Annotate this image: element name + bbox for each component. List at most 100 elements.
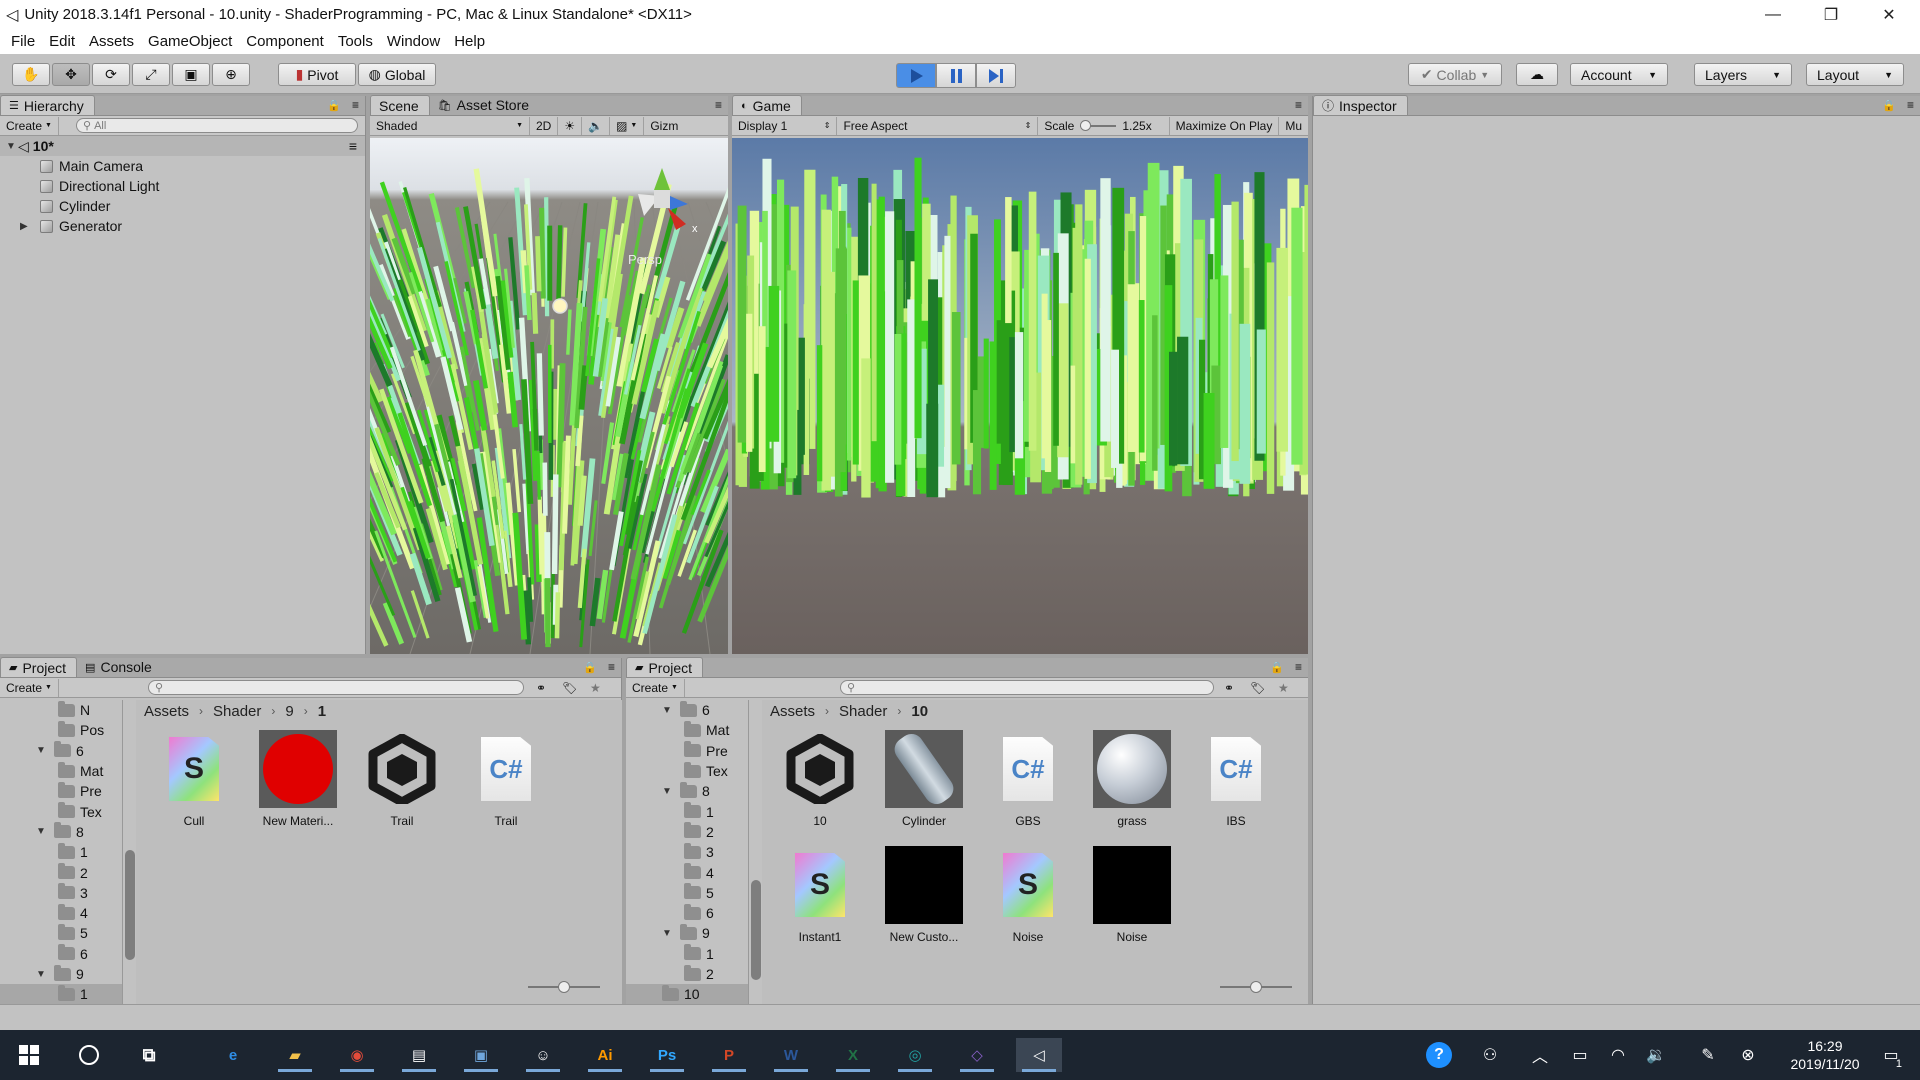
breadcrumb-item[interactable]: Shader [213, 703, 261, 720]
store-taskbar-button[interactable]: ▤ [396, 1038, 442, 1072]
panel-menu-icon[interactable]: ≡ [1295, 98, 1302, 112]
expand-right-icon[interactable]: ▶ [20, 221, 40, 232]
project-tree-folder[interactable]: 2 [626, 964, 748, 984]
asset-item[interactable]: Cylinder [876, 729, 972, 828]
maximize-on-play-toggle[interactable]: Maximize On Play [1170, 116, 1280, 135]
project-right-tree-scrollbar[interactable] [748, 700, 762, 1004]
lock-icon[interactable]: 🔒 [1882, 99, 1896, 112]
breadcrumb-item[interactable]: 1 [318, 703, 326, 720]
slider-handle[interactable] [1080, 119, 1092, 131]
project-tree-folder[interactable]: Mat [626, 720, 748, 740]
expand-down-icon[interactable]: ▼ [4, 141, 18, 152]
project-tree-folder[interactable]: Mat [0, 761, 122, 781]
volume-button[interactable]: 🔉 [1638, 1030, 1674, 1080]
asset-item[interactable]: S Instant1 [772, 846, 868, 944]
expand-down-icon[interactable]: ▼ [34, 969, 48, 980]
transform-tool-icon[interactable]: ⊕ [212, 63, 250, 86]
scale-tool-icon[interactable]: ⤢ [132, 63, 170, 86]
project-tree-folder[interactable]: ▼ 9 [0, 964, 122, 984]
tab-asset-store[interactable]: 🛍 Asset Store [430, 95, 539, 115]
project-tree-folder[interactable]: 2 [626, 822, 748, 842]
breadcrumb-item[interactable]: Shader [839, 703, 887, 720]
scale-slider[interactable] [1080, 119, 1117, 131]
favorite-star-icon[interactable]: ★ [1278, 681, 1289, 695]
project-left-tree-scrollbar[interactable] [122, 700, 136, 1004]
help-tray-button[interactable]: ? [1416, 1030, 1462, 1080]
menu-assets[interactable]: Assets [89, 33, 134, 50]
asset-item[interactable]: C# GBS [980, 730, 1076, 828]
ime-button[interactable]: ⊗ [1730, 1030, 1766, 1080]
project-tree-folder[interactable]: 3 [626, 842, 748, 862]
scrollbar-thumb[interactable] [751, 880, 761, 980]
scrollbar-thumb[interactable] [125, 850, 135, 960]
asset-item[interactable]: S Noise [980, 846, 1076, 944]
project-tree-folder[interactable]: 1 [626, 801, 748, 821]
lighting-toggle[interactable]: ☀ [558, 116, 583, 135]
powerpoint-taskbar-button[interactable]: P [706, 1038, 752, 1072]
scene-viewport[interactable]: x Persp [370, 138, 728, 654]
pause-button[interactable] [936, 63, 976, 88]
collab-dropdown[interactable]: ✔ Collab ▼ [1408, 63, 1502, 86]
audio-toggle[interactable]: 🔈 [582, 116, 611, 135]
project-tree-folder[interactable]: 2 [0, 862, 122, 882]
breadcrumb-item[interactable]: Assets [144, 703, 189, 720]
breadcrumb-item[interactable]: 9 [285, 703, 293, 720]
project-tree-folder[interactable]: ▼ 8 [626, 781, 748, 801]
tab-inspector[interactable]: ⓘ Inspector [1313, 95, 1408, 115]
menu-help[interactable]: Help [454, 33, 485, 50]
panel-menu-icon[interactable]: ≡ [352, 98, 359, 112]
breadcrumb-item[interactable]: Assets [770, 703, 815, 720]
feedback-taskbar-button[interactable]: ☺ [520, 1038, 566, 1072]
persp-label[interactable]: Persp [628, 252, 662, 267]
menu-component[interactable]: Component [246, 33, 324, 50]
unity-taskbar-button[interactable]: ◁ [1016, 1038, 1062, 1072]
favorite-star-icon[interactable]: ★ [590, 681, 601, 695]
chrome-taskbar-button[interactable]: ◉ [334, 1038, 380, 1072]
explorer-taskbar-button[interactable]: ▰ [272, 1038, 318, 1072]
scene-root-row[interactable]: ▼ ◁ 10* ≡ [0, 136, 365, 156]
people-button[interactable]: ⚇ [1470, 1030, 1510, 1080]
asset-item[interactable]: grass [1084, 730, 1180, 828]
hierarchy-create-button[interactable]: Create ▼ [0, 116, 59, 135]
hierarchy-item-directional-light[interactable]: Directional Light [0, 176, 365, 196]
tab-scene[interactable]: Scene [370, 95, 430, 115]
menu-edit[interactable]: Edit [49, 33, 75, 50]
layers-dropdown[interactable]: Layers ▼ [1694, 63, 1792, 86]
filter-type-icon[interactable]: ⚭ [536, 681, 546, 695]
scene-menu-icon[interactable]: ≡ [349, 138, 357, 154]
rotate-tool-icon[interactable]: ⟳ [92, 63, 130, 86]
project-search-input[interactable]: ⚲ [840, 680, 1214, 695]
pen-button[interactable]: ✎ [1690, 1030, 1726, 1080]
asset-item[interactable]: New Custo... [876, 846, 972, 944]
effects-dropdown[interactable]: ▨ ▼ [610, 116, 645, 135]
display-dropdown[interactable]: Display 1 ⇕ [732, 116, 838, 135]
step-button[interactable] [976, 63, 1016, 88]
project-tree-folder[interactable]: ▼ 8 [0, 822, 122, 842]
zoom-slider[interactable] [1220, 981, 1292, 993]
mute-audio-toggle[interactable]: Mu [1279, 117, 1308, 135]
global-toggle[interactable]: ◍ Global [358, 63, 436, 86]
project-tree-folder[interactable]: Pre [626, 741, 748, 761]
project-create-button[interactable]: Create ▼ [0, 678, 59, 697]
expand-down-icon[interactable]: ▼ [660, 786, 674, 797]
action-center-button[interactable]: ▭ 1 [1868, 1030, 1914, 1080]
project-tree-folder[interactable]: 4 [0, 903, 122, 923]
expand-down-icon[interactable]: ▼ [34, 826, 48, 837]
asset-item[interactable]: 10 [772, 730, 868, 828]
project-tree-folder[interactable]: Tex [626, 761, 748, 781]
pivot-toggle[interactable]: ▮ Pivot [278, 63, 356, 86]
project-tree-folder[interactable]: 3 [0, 883, 122, 903]
project-tree-folder[interactable]: ▼ 9 [626, 923, 748, 943]
project-tree-folder[interactable]: 6 [0, 944, 122, 964]
lock-icon[interactable]: 🔒 [327, 99, 341, 112]
task-view-button[interactable]: ⧉ [126, 1038, 172, 1072]
panel-menu-icon[interactable]: ≡ [1907, 98, 1914, 112]
play-button[interactable] [896, 63, 936, 88]
asset-item[interactable]: Noise [1084, 846, 1180, 944]
rect-tool-icon[interactable]: ▣ [172, 63, 210, 86]
account-dropdown[interactable]: Account ▼ [1570, 63, 1668, 86]
project-tree-folder[interactable]: 1 [0, 842, 122, 862]
photoshop-taskbar-button[interactable]: Ps [644, 1038, 690, 1072]
maximize-button[interactable]: ❐ [1802, 0, 1860, 29]
project-tree-folder[interactable]: 5 [626, 883, 748, 903]
